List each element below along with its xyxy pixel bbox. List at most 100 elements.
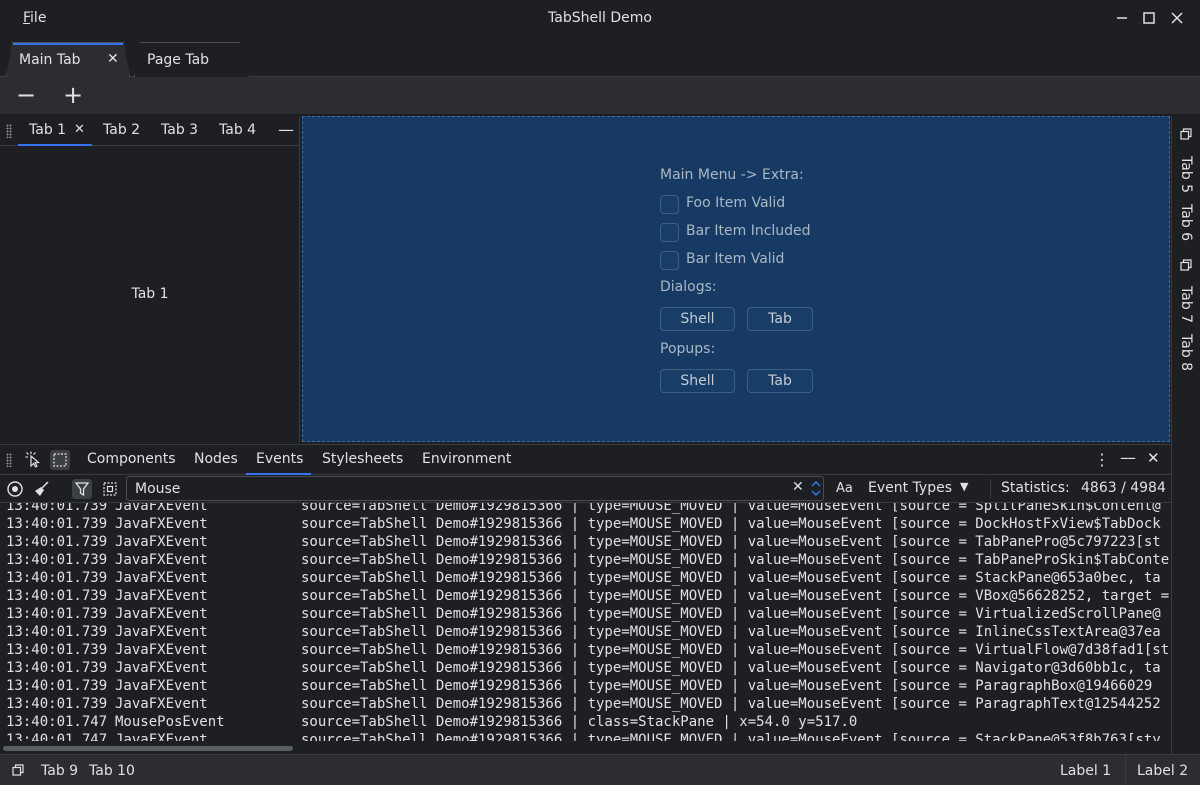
tab-main[interactable]: Main Tab ✕ (6, 42, 130, 77)
main-menu-title: Main Menu -> Extra: (660, 167, 804, 183)
remove-button[interactable]: − (13, 83, 39, 109)
record-icon[interactable] (5, 479, 25, 499)
tab-5[interactable]: Tab 5 (1178, 156, 1194, 193)
main-tab-bar: Main Tab ✕ Page Tab (0, 37, 1200, 77)
log-type: JavaFXEvent (115, 588, 208, 604)
event-types-dropdown[interactable]: Event Types (868, 480, 952, 496)
tab-main-label: Main Tab (19, 52, 81, 68)
log-row[interactable]: 13:40:01.739 JavaFXEvent source=TabShell D… (0, 659, 1171, 677)
title-bar: File TabShell Demo (0, 0, 1200, 37)
log-detail: source=TabShell Demo#1929815366 | type=M… (301, 503, 1161, 514)
checkbox-box[interactable] (660, 223, 679, 242)
log-type: JavaFXEvent (115, 660, 208, 676)
log-time: 13:40:01.747 (6, 732, 108, 741)
window-restore-icon[interactable] (1180, 259, 1192, 271)
log-row[interactable]: 13:40:01.739 JavaFXEvent source=TabShell D… (0, 551, 1171, 569)
close-icon[interactable]: ✕ (107, 51, 119, 67)
drag-handle-icon[interactable] (6, 124, 12, 138)
log-row[interactable]: 13:40:01.747 MousePosEvent source=TabShell… (0, 713, 1171, 731)
log-row[interactable]: 13:40:01.739 JavaFXEvent source=TabShell D… (0, 503, 1171, 515)
log-row[interactable]: 13:40:01.747 JavaFXEvent source=TabShell D… (0, 731, 1171, 741)
tab-9[interactable]: Tab 9 (41, 763, 78, 779)
active-tab-indicator (18, 144, 92, 146)
close-icon[interactable]: ✕ (74, 122, 85, 137)
log-row[interactable]: 13:40:01.739 JavaFXEvent source=TabShell D… (0, 623, 1171, 641)
select-node-icon[interactable] (50, 450, 70, 470)
statistics-label: Statistics: (1001, 480, 1070, 496)
pick-node-icon[interactable] (23, 450, 43, 470)
tab-8[interactable]: Tab 8 (1178, 334, 1194, 371)
toolbar: − + (0, 77, 1200, 115)
log-row[interactable]: 13:40:01.739 JavaFXEvent source=TabShell D… (0, 641, 1171, 659)
close-icon[interactable]: ✕ (1147, 449, 1160, 467)
log-detail: source=TabShell Demo#1929815366 | type=M… (301, 642, 1170, 658)
tab-1[interactable]: Tab 1 (29, 122, 66, 138)
event-log[interactable]: 13:40:01.739 JavaFXEvent source=TabShell D… (0, 503, 1171, 741)
collapse-icon[interactable]: — (278, 120, 294, 139)
log-row[interactable]: 13:40:01.739 JavaFXEvent source=TabShell D… (0, 605, 1171, 623)
tab-3[interactable]: Tab 3 (161, 122, 198, 138)
log-row[interactable]: 13:40:01.739 JavaFXEvent source=TabShell D… (0, 515, 1171, 533)
search-input[interactable] (135, 480, 775, 498)
log-type: JavaFXEvent (115, 552, 208, 568)
log-time: 13:40:01.739 (6, 660, 108, 676)
minimize-icon[interactable] (1112, 8, 1132, 28)
log-detail: source=TabShell Demo#1929815366 | type=M… (301, 660, 1161, 676)
dialogs-title: Dialogs: (660, 279, 717, 295)
match-case-toggle[interactable]: Aa (836, 481, 853, 496)
drag-handle-icon[interactable] (6, 453, 12, 467)
chevron-down-icon[interactable]: ▼ (960, 480, 968, 493)
minimize-icon[interactable]: — (1120, 448, 1136, 467)
log-type: JavaFXEvent (115, 534, 208, 550)
log-detail: source=TabShell Demo#1929815366 | type=M… (301, 588, 1170, 604)
filter-icon[interactable] (72, 479, 92, 499)
log-detail: source=TabShell Demo#1929815366 | type=M… (301, 696, 1161, 712)
checkbox-box[interactable] (660, 251, 679, 270)
divider (1125, 755, 1126, 785)
horizontal-scrollbar[interactable] (3, 746, 293, 751)
maximize-icon[interactable] (1139, 8, 1159, 28)
tab-4[interactable]: Tab 4 (219, 122, 256, 138)
tab-10[interactable]: Tab 10 (89, 763, 135, 779)
log-time: 13:40:01.739 (6, 606, 108, 622)
clear-search-icon[interactable]: ✕ (792, 479, 804, 495)
close-icon[interactable] (1167, 8, 1187, 28)
log-time: 13:40:01.739 (6, 624, 108, 640)
tab-components[interactable]: Components (87, 451, 176, 467)
clear-broom-icon[interactable] (32, 479, 52, 499)
log-detail: source=TabShell Demo#1929815366 | type=M… (301, 516, 1161, 532)
log-time: 13:40:01.739 (6, 516, 108, 532)
more-options-icon[interactable]: ⋮ (1094, 450, 1110, 469)
statistics-value: 4863 / 4984 (1081, 480, 1166, 496)
inspector-panel: Components Nodes Events Stylesheets Envi… (0, 444, 1171, 754)
log-row[interactable]: 13:40:01.739 JavaFXEvent source=TabShell D… (0, 533, 1171, 551)
log-detail: source=TabShell Demo#1929815366 | type=M… (301, 534, 1161, 550)
left-dock-tabs: Tab 1 ✕ Tab 2 Tab 3 Tab 4 — (0, 116, 300, 146)
tab-page[interactable]: Page Tab (134, 42, 250, 77)
popup-tab-button[interactable]: Tab (747, 369, 813, 393)
tab-nodes[interactable]: Nodes (194, 451, 238, 467)
search-history-icon[interactable] (810, 477, 822, 500)
tab-6[interactable]: Tab 6 (1178, 204, 1194, 241)
tab-environment[interactable]: Environment (422, 451, 511, 467)
log-row[interactable]: 13:40:01.739 JavaFXEvent source=TabShell D… (0, 695, 1171, 713)
log-time: 13:40:01.739 (6, 570, 108, 586)
log-row[interactable]: 13:40:01.739 JavaFXEvent source=TabShell D… (0, 587, 1171, 605)
window-restore-icon[interactable] (12, 764, 24, 776)
dialog-tab-button[interactable]: Tab (747, 307, 813, 331)
log-row[interactable]: 13:40:01.739 JavaFXEvent source=TabShell D… (0, 677, 1171, 695)
log-time: 13:40:01.739 (6, 678, 108, 694)
frame-select-icon[interactable] (100, 479, 120, 499)
tab-7[interactable]: Tab 7 (1178, 286, 1194, 323)
popup-shell-button[interactable]: Shell (660, 369, 735, 393)
log-type: MousePosEvent (115, 714, 225, 730)
tab-events[interactable]: Events (256, 451, 303, 467)
log-row[interactable]: 13:40:01.739 JavaFXEvent source=TabShell D… (0, 569, 1171, 587)
window-restore-icon[interactable] (1180, 128, 1192, 140)
log-time: 13:40:01.747 (6, 714, 108, 730)
tab-stylesheets[interactable]: Stylesheets (322, 451, 403, 467)
add-button[interactable]: + (60, 83, 86, 109)
tab-2[interactable]: Tab 2 (103, 122, 140, 138)
checkbox-box[interactable] (660, 195, 679, 214)
dialog-shell-button[interactable]: Shell (660, 307, 735, 331)
